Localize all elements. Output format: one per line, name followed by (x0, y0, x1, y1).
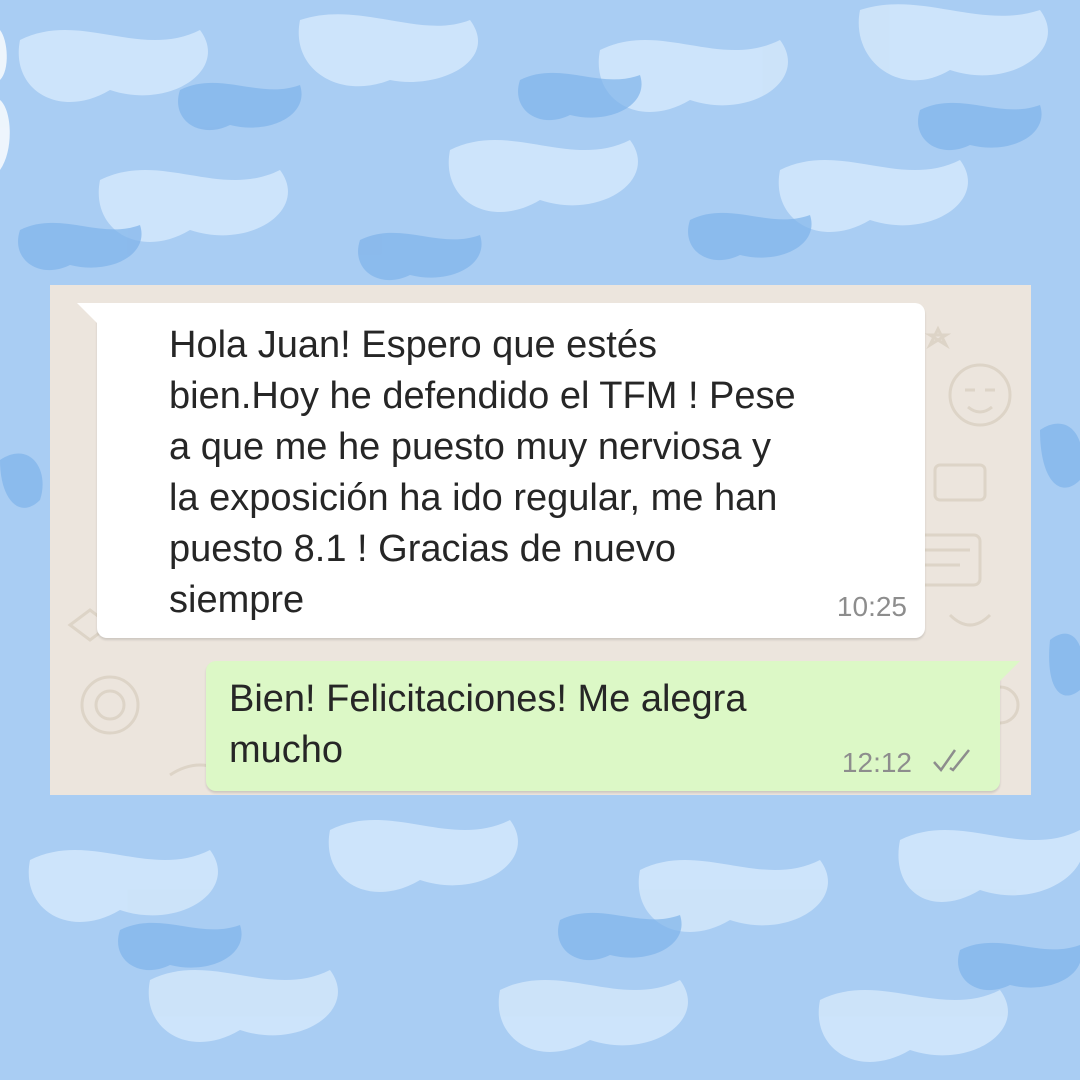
outgoing-message-bubble[interactable]: Bien! Felicitaciones! Me alegra mucho 12… (206, 661, 1020, 791)
message-timestamp: 10:25 (836, 591, 907, 622)
message-line: Bien! Felicitaciones! Me alegra (229, 678, 747, 720)
message-line: puesto 8.1 ! Gracias de nuevo (169, 528, 676, 570)
message-line: bien.Hoy he defendido el TFM ! Pese (169, 375, 796, 417)
incoming-message-bubble[interactable]: Hola Juan! Espero que estés bien.Hoy he … (77, 303, 925, 638)
bubble-tail (998, 661, 1020, 683)
message-line: mucho (229, 729, 344, 771)
message-line: siempre (169, 579, 305, 621)
message-line: la exposición ha ido regular, me han (169, 477, 778, 519)
chat-panel: Hola Juan! Espero que estés bien.Hoy he … (50, 285, 1031, 795)
double-check-icon (933, 749, 970, 773)
message-text: Bien! Felicitaciones! Me alegra mucho (229, 674, 849, 776)
message-line: a que me he puesto muy nerviosa y (169, 426, 772, 468)
message-text: Hola Juan! Espero que estés bien.Hoy he … (169, 320, 909, 626)
message-line: Hola Juan! Espero que estés (169, 324, 657, 366)
bubble-tail (77, 303, 99, 325)
message-timestamp: 12:12 (841, 747, 912, 778)
